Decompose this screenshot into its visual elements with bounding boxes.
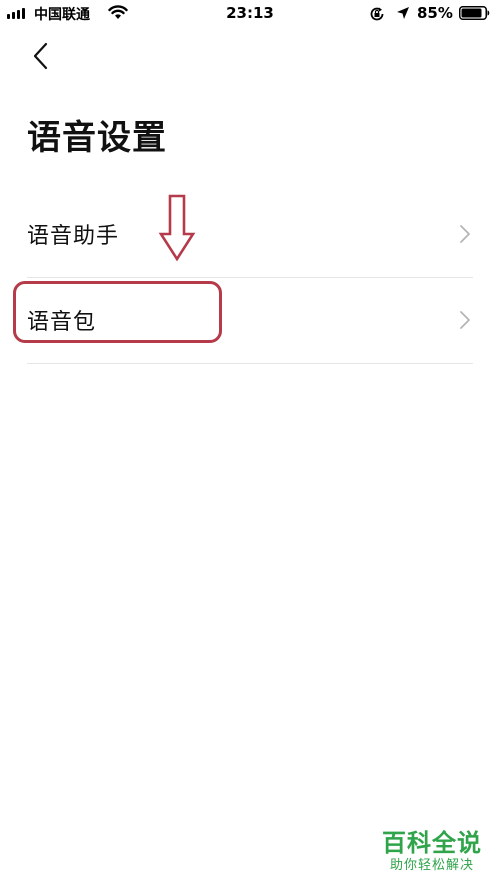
chevron-right-icon xyxy=(460,311,470,329)
back-button[interactable] xyxy=(28,40,58,72)
rotation-lock-icon xyxy=(369,6,385,26)
highlight-box xyxy=(13,281,222,343)
chevron-left-icon xyxy=(33,42,48,70)
divider xyxy=(27,363,473,364)
down-arrow-icon xyxy=(158,194,196,262)
settings-item-voice-assistant[interactable]: 语音助手 xyxy=(27,191,473,277)
battery-icon xyxy=(459,6,490,20)
location-icon xyxy=(396,6,410,24)
battery-percent: 85% xyxy=(417,4,453,22)
watermark-title: 百科全说 xyxy=(382,829,482,857)
watermark-logo: 百科全说 助你轻松解决 xyxy=(376,828,488,874)
settings-item-label: 语音助手 xyxy=(27,224,120,249)
status-bar: 中国联通 23:13 85% xyxy=(0,0,500,28)
watermark-subtitle: 助你轻松解决 xyxy=(389,858,474,873)
page-title: 语音设置 xyxy=(27,118,167,158)
chevron-right-icon xyxy=(460,225,470,243)
